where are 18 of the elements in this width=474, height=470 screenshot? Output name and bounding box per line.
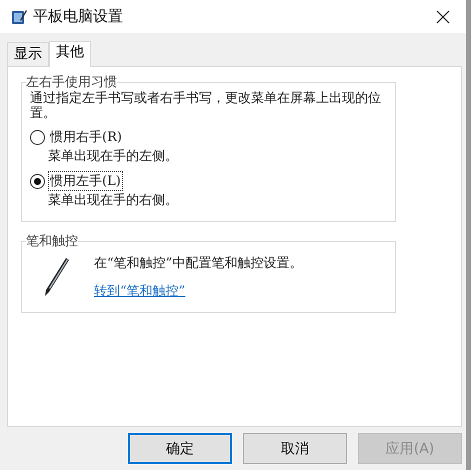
window-title: 平板电脑设置	[33, 7, 124, 26]
tab[interactable]: 其他	[49, 41, 91, 67]
dialog-button[interactable]: 确定	[128, 433, 232, 464]
dialog-button[interactable]: 取消	[243, 433, 347, 464]
pen-touch-link[interactable]: 转到“笔和触控”	[94, 282, 186, 300]
description-text: 在“笔和触控”中配置笔和触控设置。	[94, 255, 302, 272]
radio-button[interactable]	[30, 130, 45, 144]
group-title: 左右手使用习惯	[26, 74, 117, 91]
option-note: 菜单出现在手的右侧。	[47, 192, 179, 209]
tab[interactable]: 显示	[7, 42, 49, 66]
description-text: 通过指定左手书写或者右手书写，更改菜单在屏幕上出现的位置。	[30, 91, 382, 121]
radio-button[interactable]	[30, 174, 45, 188]
tablet-icon	[10, 8, 28, 26]
radio-label[interactable]: 惯用左手(L)	[48, 171, 123, 191]
option-note: 菜单出现在手的左侧。	[47, 148, 179, 165]
radio-label[interactable]: 惯用右手(R)	[48, 127, 124, 147]
close-icon[interactable]	[436, 10, 450, 24]
group-title: 笔和触控	[26, 233, 78, 250]
